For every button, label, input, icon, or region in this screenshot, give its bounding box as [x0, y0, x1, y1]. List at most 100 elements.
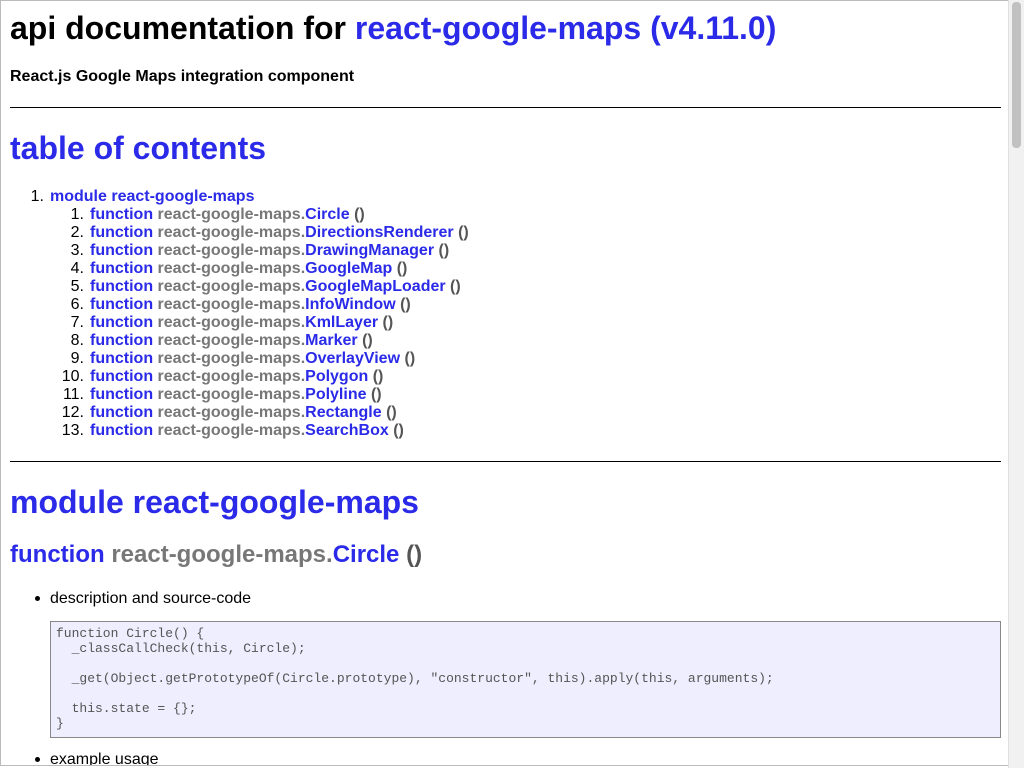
- toc-function-name-link[interactable]: Polyline: [305, 386, 366, 403]
- module-heading[interactable]: module react-google-maps: [10, 484, 419, 520]
- toc-function-name-link[interactable]: Rectangle: [305, 404, 381, 421]
- toc-function-keyword-link[interactable]: function: [90, 224, 153, 241]
- toc-function-paren: (): [400, 296, 411, 313]
- scrollbar-thumb[interactable]: [1012, 2, 1021, 148]
- list-number: 13.: [61, 422, 84, 439]
- toc-function-paren: (): [404, 350, 416, 367]
- toc-function-paren: (): [396, 260, 408, 277]
- toc-function-item: 12. function react-google-maps.Rectangle …: [62, 404, 469, 422]
- list-number: 5.: [70, 278, 84, 295]
- toc-function-keyword-link[interactable]: function: [90, 350, 153, 367]
- divider: [10, 107, 1001, 108]
- bullet-description: description and source-code: [34, 590, 252, 607]
- toc-function-name-link[interactable]: InfoWindow: [305, 296, 396, 313]
- toc-function-prefix: react-google-maps.: [157, 368, 306, 385]
- toc-function-name-link[interactable]: Circle: [305, 206, 349, 223]
- toc-function-prefix: react-google-maps.: [157, 422, 306, 439]
- toc-function-keyword-link[interactable]: function: [90, 422, 153, 439]
- list-number: 8.: [70, 332, 84, 349]
- table-of-contents: 1. module react-google-maps 1. function r…: [31, 188, 469, 440]
- toc-function-keyword-link[interactable]: function: [90, 260, 153, 277]
- toc-function-paren: (): [450, 278, 461, 295]
- toc-function-list: 1. function react-google-maps.Circle () 2.…: [62, 206, 469, 440]
- toc-function-paren: (): [382, 314, 394, 331]
- toc-function-prefix: react-google-maps.: [157, 278, 306, 295]
- toc-function-item: 9. function react-google-maps.OverlayView…: [71, 350, 469, 368]
- function-heading: function react-google-maps.Circle (): [10, 540, 422, 570]
- toc-function-item: 6. function react-google-maps.InfoWindow …: [71, 296, 469, 314]
- toc-function-item: 1. function react-google-maps.Circle (): [71, 206, 469, 224]
- toc-function-name-link[interactable]: KmlLayer: [305, 314, 378, 331]
- list-number: 12.: [61, 404, 84, 421]
- function-prefix: react-google-maps.: [111, 541, 333, 568]
- function-name-link[interactable]: Circle: [333, 541, 400, 568]
- package-description: React.js Google Maps integration compone…: [10, 68, 355, 85]
- list-number: 7.: [70, 314, 84, 331]
- toc-function-name-link[interactable]: DirectionsRenderer: [305, 224, 454, 241]
- package-link[interactable]: react-google-maps (v4.11.0): [355, 10, 776, 46]
- toc-function-name-link[interactable]: OverlayView: [305, 350, 400, 367]
- toc-function-item: 8. function react-google-maps.Marker (): [71, 332, 469, 350]
- toc-function-keyword-link[interactable]: function: [90, 404, 153, 421]
- bullet-example-usage: example usage: [35, 750, 159, 765]
- toc-function-keyword-link[interactable]: function: [90, 386, 153, 403]
- toc-function-keyword-link[interactable]: function: [90, 242, 153, 259]
- list-number: 1.: [70, 206, 84, 223]
- page-title: api documentation for react-google-maps …: [10, 10, 776, 46]
- source-code-block: function Circle() { _classCallCheck(this…: [50, 621, 1001, 738]
- toc-function-paren: (): [438, 242, 450, 259]
- toc-heading[interactable]: table of contents: [10, 130, 266, 166]
- list-number: 9.: [70, 350, 84, 367]
- toc-function-item: 13. function react-google-maps.SearchBox …: [62, 422, 469, 440]
- toc-function-name-link[interactable]: Polygon: [305, 368, 368, 385]
- toc-function-prefix: react-google-maps.: [157, 314, 306, 331]
- toc-function-keyword-link[interactable]: function: [90, 314, 153, 331]
- toc-function-prefix: react-google-maps.: [157, 206, 306, 223]
- toc-function-prefix: react-google-maps.: [157, 260, 306, 277]
- toc-function-item: 2. function react-google-maps.DirectionsR…: [71, 224, 469, 242]
- toc-function-prefix: react-google-maps.: [157, 224, 306, 241]
- list-number: 10.: [61, 368, 84, 385]
- list-number: 2.: [70, 224, 84, 241]
- toc-function-prefix: react-google-maps.: [157, 296, 306, 313]
- page-title-prefix: api documentation for: [10, 10, 346, 46]
- toc-function-prefix: react-google-maps.: [157, 404, 306, 421]
- toc-function-name-link[interactable]: GoogleMap: [305, 260, 392, 277]
- toc-function-paren: (): [362, 332, 373, 349]
- toc-function-item: 7. function react-google-maps.KmlLayer (): [71, 314, 469, 332]
- toc-function-name-link[interactable]: SearchBox: [305, 422, 389, 439]
- toc-function-keyword-link[interactable]: function: [90, 278, 153, 295]
- toc-module-link[interactable]: module react-google-maps: [50, 188, 254, 205]
- toc-function-paren: (): [393, 422, 404, 439]
- function-paren: (): [406, 541, 423, 568]
- toc-function-paren: (): [458, 224, 469, 241]
- toc-function-keyword-link[interactable]: function: [90, 332, 153, 349]
- toc-function-keyword-link[interactable]: function: [90, 296, 153, 313]
- function-keyword-link[interactable]: function: [10, 541, 105, 568]
- toc-function-name-link[interactable]: DrawingManager: [305, 242, 434, 259]
- toc-module-item: 1. module react-google-maps: [31, 188, 469, 206]
- toc-function-prefix: react-google-maps.: [157, 350, 306, 367]
- vertical-scrollbar[interactable]: [1008, 0, 1024, 768]
- toc-function-item: 4. function react-google-maps.GoogleMap (…: [71, 260, 469, 278]
- document-frame: api documentation for react-google-maps …: [0, 0, 1008, 766]
- list-number: 6.: [70, 296, 84, 313]
- toc-function-keyword-link[interactable]: function: [90, 368, 153, 385]
- toc-function-paren: (): [372, 368, 384, 385]
- list-number: 4.: [70, 260, 84, 277]
- toc-function-prefix: react-google-maps.: [157, 242, 306, 259]
- toc-function-paren: (): [370, 386, 382, 403]
- toc-function-prefix: react-google-maps.: [157, 386, 306, 403]
- divider: [10, 461, 1001, 462]
- toc-function-item: 3. function react-google-maps.DrawingMana…: [71, 242, 469, 260]
- toc-function-keyword-link[interactable]: function: [90, 206, 153, 223]
- toc-function-name-link[interactable]: GoogleMapLoader: [305, 278, 445, 295]
- list-number: 3.: [70, 242, 84, 259]
- toc-function-paren: (): [386, 404, 397, 421]
- toc-function-item: 5. function react-google-maps.GoogleMapLo…: [71, 278, 469, 296]
- toc-function-name-link[interactable]: Marker: [305, 332, 357, 349]
- toc-function-prefix: react-google-maps.: [157, 332, 306, 349]
- toc-function-item: 11. function react-google-maps.Polyline (…: [63, 386, 469, 404]
- toc-function-item: 10. function react-google-maps.Polygon (): [62, 368, 469, 386]
- toc-function-paren: (): [354, 206, 365, 223]
